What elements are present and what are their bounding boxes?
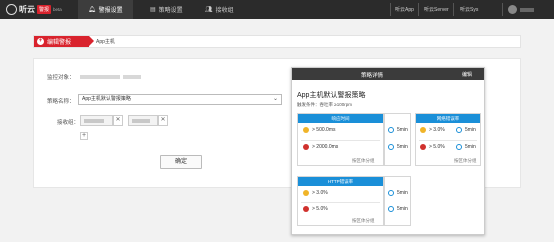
product-link-server[interactable]: 听云Server [424, 0, 449, 19]
user-name-blurred [520, 7, 534, 12]
clock-icon [388, 127, 394, 133]
divider [301, 202, 380, 203]
clock-icon [388, 190, 394, 196]
app-badge: 警报 [37, 5, 52, 14]
duration-item: 5min [388, 144, 408, 150]
confirm-button[interactable]: 确定 [160, 155, 202, 169]
clock-icon [388, 206, 394, 212]
threshold-row: > 3.0% [420, 127, 445, 133]
clock-icon [456, 144, 462, 150]
remove-receiver-button[interactable]: ✕ [113, 115, 123, 126]
threshold-row: > 500.0ms [303, 127, 336, 133]
top-navigation-bar: 听云 警报 beta 🔔︎ 警报设置 ▤ 策略设置 👥︎ 接收组 听云App 听… [0, 0, 554, 19]
duration-card: 5min 5min [384, 176, 411, 226]
duration-item: 5min [456, 127, 476, 133]
clock-icon [388, 144, 394, 150]
close-icon: ✕ [115, 117, 121, 123]
receiver-group-label: 接收组： [57, 120, 80, 126]
strategy-detail-popover: 策略详情 编辑 App主机默认警报策略 触发条件：吞吐率 ≥100rpm 响应时… [291, 67, 485, 235]
duration-item: 5min [388, 206, 408, 212]
remove-receiver-button[interactable]: ✕ [158, 115, 168, 126]
duration-item: 5min [388, 127, 408, 133]
product-link-app[interactable]: 听云App [395, 0, 414, 19]
monitor-target-value-blurred [123, 75, 141, 79]
group-icon: 👥︎ [205, 7, 213, 13]
metric-card-http-error: HTTP错误率 > 3.0% > 5.0% 按区体分组 [297, 176, 384, 226]
threshold-row: > 2000.0ms [303, 144, 338, 150]
warning-dot-icon [420, 127, 426, 133]
card-footer: 按区体分组 [352, 218, 375, 223]
edit-link[interactable]: 编辑 [462, 71, 472, 78]
nav-alert-settings[interactable]: 🔔︎ 警报设置 [78, 0, 133, 19]
card-title: 网络错误率 [416, 114, 480, 123]
critical-dot-icon [303, 144, 309, 150]
card-title: HTTP错误率 [298, 177, 383, 186]
popover-title: 策略详情 [360, 73, 383, 79]
critical-dot-icon [420, 144, 426, 150]
clock-icon [456, 127, 462, 133]
add-receiver-button[interactable]: + [80, 132, 88, 140]
divider [301, 140, 380, 141]
plus-icon: + [81, 132, 87, 139]
divider [419, 140, 477, 141]
bell-icon: 🔔︎ [88, 7, 96, 13]
warning-dot-icon [303, 190, 309, 196]
nav-strategy-settings[interactable]: ▤ 策略设置 [140, 0, 193, 19]
strategy-icon: ▤ [150, 7, 156, 13]
receiver-chip [80, 115, 113, 126]
chevron-down-icon: ⌄ [272, 96, 278, 102]
duration-card: 5min 5min [384, 113, 411, 166]
breadcrumb-edit-alert[interactable]: + 编辑警报 [34, 36, 94, 47]
breadcrumb-app-host: App主机 [96, 39, 115, 45]
plus-circle-icon: + [37, 38, 44, 45]
close-icon: ✕ [160, 117, 166, 123]
metric-card-response-time: 响应时间 > 500.0ms > 2000.0ms 按区体分组 [297, 113, 384, 166]
strategy-name-label: 策略名称： [47, 99, 75, 105]
duration-item: 5min [456, 144, 476, 150]
beta-tag: beta [53, 7, 62, 12]
threshold-row: > 5.0% [420, 144, 445, 150]
monitor-target-label: 监控对象： [47, 75, 75, 81]
trigger-condition: 触发条件：吞吐率 ≥100rpm [297, 102, 352, 107]
strategy-name: App主机默认警报策略 [297, 92, 366, 99]
card-footer: 按区体分组 [454, 158, 477, 163]
app-logo[interactable]: 听云 警报 beta [6, 3, 62, 16]
duration-item: 5min [388, 190, 408, 196]
nav-receiver-group[interactable]: 👥︎ 接收组 [195, 0, 244, 19]
app-name: 听云 [19, 5, 35, 14]
popover-header: 策略详情 编辑 [292, 68, 484, 80]
breadcrumb: + 编辑警报 App主机 [33, 35, 521, 48]
divider [390, 3, 391, 16]
critical-dot-icon [303, 206, 309, 212]
monitor-target-value-blurred [80, 75, 120, 79]
card-title: 响应时间 [298, 114, 383, 123]
divider [418, 3, 419, 16]
divider [502, 3, 503, 16]
metric-card-network-error: 网络错误率 > 3.0% 5min > 5.0% 5min 按区体分组 [415, 113, 481, 166]
threshold-row: > 3.0% [303, 190, 328, 196]
card-footer: 按区体分组 [352, 158, 375, 163]
divider [453, 3, 454, 16]
threshold-row: > 5.0% [303, 206, 328, 212]
logo-icon [6, 4, 17, 15]
receiver-chip [128, 115, 158, 126]
user-menu[interactable] [508, 3, 548, 16]
warning-dot-icon [303, 127, 309, 133]
avatar [508, 5, 517, 14]
strategy-select[interactable]: App主机默认警报策略 ⌄ [78, 94, 282, 105]
product-link-sys[interactable]: 听云Sys [460, 0, 478, 19]
